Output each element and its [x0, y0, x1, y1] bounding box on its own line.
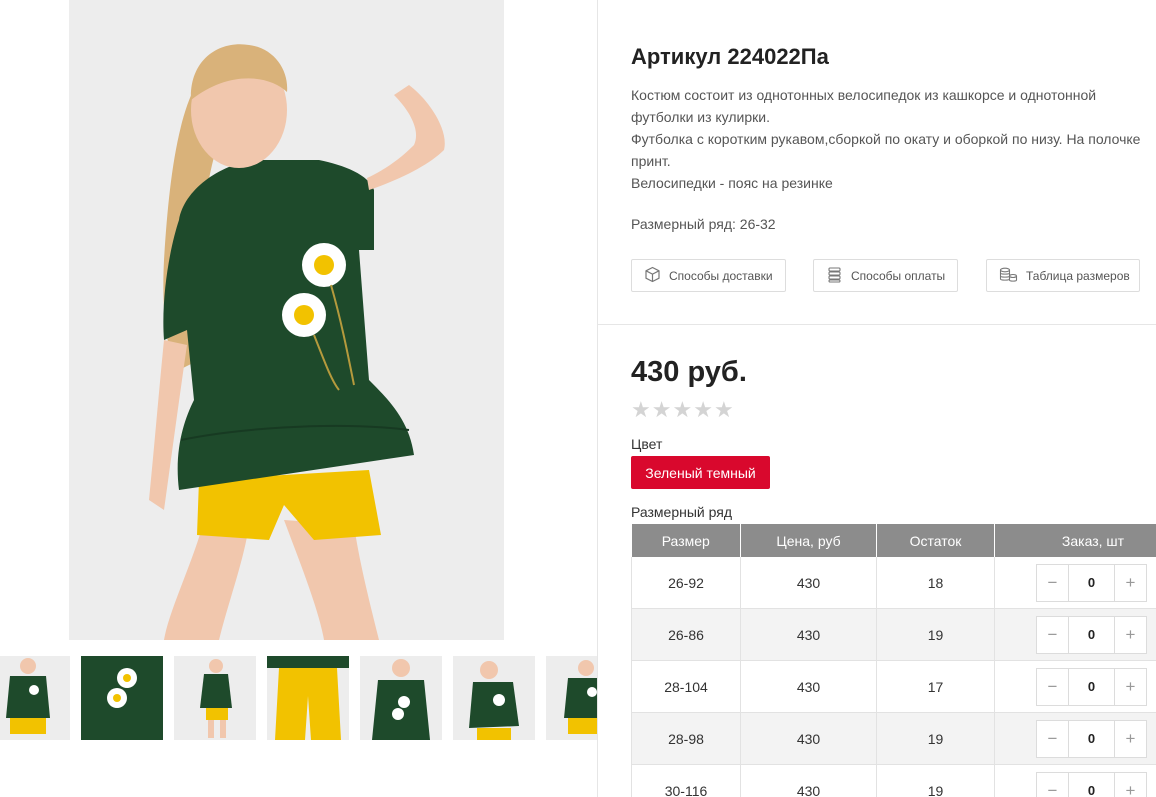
quantity-stepper: − 0 + — [1036, 719, 1147, 758]
size-cell: 26-86 — [631, 608, 741, 661]
size-cell: 28-98 — [631, 712, 741, 765]
description-line: футболки из кулирки. — [631, 109, 770, 125]
product-info: Артикул 224022Па Костюм состоит из однот… — [598, 0, 1156, 797]
main-product-photo[interactable] — [69, 0, 504, 640]
coins-icon — [826, 266, 843, 286]
size-range-label: Размерный ряд — [631, 504, 733, 520]
description-line: Футболка с коротким рукавом,сборкой по о… — [631, 131, 1141, 147]
header-order: Заказ, шт — [994, 524, 1156, 557]
delivery-methods-button[interactable]: Способы доставки — [631, 259, 786, 292]
description-line: принт. — [631, 153, 671, 169]
payment-methods-label: Способы оплаты — [851, 268, 946, 283]
table-row: 28-104 430 17 − 0 + — [631, 660, 1156, 713]
size-range-text: Размерный ряд: 26-32 — [631, 216, 776, 232]
quantity-stepper: − 0 + — [1036, 771, 1147, 797]
quantity-stepper: − 0 + — [1036, 563, 1147, 602]
product-price: 430 руб. — [631, 356, 747, 388]
stock-cell: 18 — [876, 557, 995, 609]
stock-cell: 19 — [876, 712, 995, 765]
star-icon[interactable]: ★ — [672, 398, 692, 422]
size-chart-label: Таблица размеров — [1026, 268, 1130, 283]
description-line: Велосипедки - пояс на резинке — [631, 175, 833, 191]
product-title: Артикул 224022Па — [631, 44, 829, 69]
rating-stars: ★ ★ ★ ★ ★ — [631, 398, 734, 422]
star-icon[interactable]: ★ — [631, 398, 651, 422]
thumbnail-1[interactable] — [0, 656, 70, 740]
thumbnail-2[interactable] — [81, 656, 163, 740]
decrement-button[interactable]: − — [1037, 669, 1068, 705]
order-cell: − 0 + — [994, 660, 1156, 713]
decrement-button[interactable]: − — [1037, 721, 1068, 757]
quantity-input[interactable]: 0 — [1068, 668, 1115, 705]
header-size: Размер — [631, 524, 741, 557]
table-row: 28-98 430 19 − 0 + — [631, 712, 1156, 765]
thumbnail-3[interactable] — [174, 656, 256, 740]
stock-cell: 19 — [876, 764, 995, 797]
stacked-coins-icon — [999, 266, 1018, 286]
star-icon[interactable]: ★ — [714, 398, 734, 422]
description-line: Костюм состоит из однотонных велосипедок… — [631, 87, 1097, 103]
box-icon — [644, 266, 661, 286]
stock-cell: 19 — [876, 608, 995, 661]
price-cell: 430 — [740, 764, 877, 797]
table-row: 30-116 430 19 − 0 + — [631, 764, 1156, 797]
delivery-methods-label: Способы доставки — [669, 268, 773, 283]
quantity-stepper: − 0 + — [1036, 667, 1147, 706]
star-icon[interactable]: ★ — [652, 398, 672, 422]
quantity-input[interactable]: 0 — [1068, 772, 1115, 797]
thumbnail-7[interactable] — [546, 656, 597, 740]
thumbnail-6[interactable] — [453, 656, 535, 740]
girl-in-green-shirt-photo — [69, 0, 504, 640]
price-cell: 430 — [740, 712, 877, 765]
decrement-button[interactable]: − — [1037, 565, 1068, 601]
size-chart-button[interactable]: Таблица размеров — [986, 259, 1140, 292]
price-cell: 430 — [740, 557, 877, 609]
quantity-input[interactable]: 0 — [1068, 720, 1115, 757]
increment-button[interactable]: + — [1115, 773, 1146, 797]
size-cell: 30-116 — [631, 764, 741, 797]
size-cell: 26-92 — [631, 557, 741, 609]
order-cell: − 0 + — [994, 608, 1156, 661]
quantity-stepper: − 0 + — [1036, 615, 1147, 654]
decrement-button[interactable]: − — [1037, 773, 1068, 797]
payment-methods-button[interactable]: Способы оплаты — [813, 259, 958, 292]
table-header-row: Размер Цена, руб Остаток Заказ, шт — [631, 524, 1156, 557]
thumbnail-strip — [0, 656, 597, 740]
stock-cell: 17 — [876, 660, 995, 713]
quantity-input[interactable]: 0 — [1068, 564, 1115, 601]
color-label: Цвет — [631, 436, 663, 452]
size-cell: 28-104 — [631, 660, 741, 713]
order-cell: − 0 + — [994, 557, 1156, 609]
header-price: Цена, руб — [740, 524, 877, 557]
star-icon[interactable]: ★ — [693, 398, 713, 422]
product-description: Костюм состоит из однотонных велосипедок… — [631, 84, 1156, 194]
price-cell: 430 — [740, 608, 877, 661]
sizes-table: Размер Цена, руб Остаток Заказ, шт 26-92… — [631, 524, 1156, 797]
table-row: 26-92 430 18 − 0 + — [631, 557, 1156, 609]
thumbnail-5[interactable] — [360, 656, 442, 740]
quantity-input[interactable]: 0 — [1068, 616, 1115, 653]
increment-button[interactable]: + — [1115, 669, 1146, 705]
color-option-dark-green[interactable]: Зеленый темный — [631, 456, 770, 489]
order-cell: − 0 + — [994, 764, 1156, 797]
table-row: 26-86 430 19 − 0 + — [631, 608, 1156, 661]
decrement-button[interactable]: − — [1037, 617, 1068, 653]
increment-button[interactable]: + — [1115, 565, 1146, 601]
thumbnail-4[interactable] — [267, 656, 349, 740]
order-cell: − 0 + — [994, 712, 1156, 765]
product-gallery — [0, 0, 597, 797]
header-stock: Остаток — [876, 524, 995, 557]
section-divider — [598, 324, 1156, 325]
price-cell: 430 — [740, 660, 877, 713]
increment-button[interactable]: + — [1115, 617, 1146, 653]
increment-button[interactable]: + — [1115, 721, 1146, 757]
